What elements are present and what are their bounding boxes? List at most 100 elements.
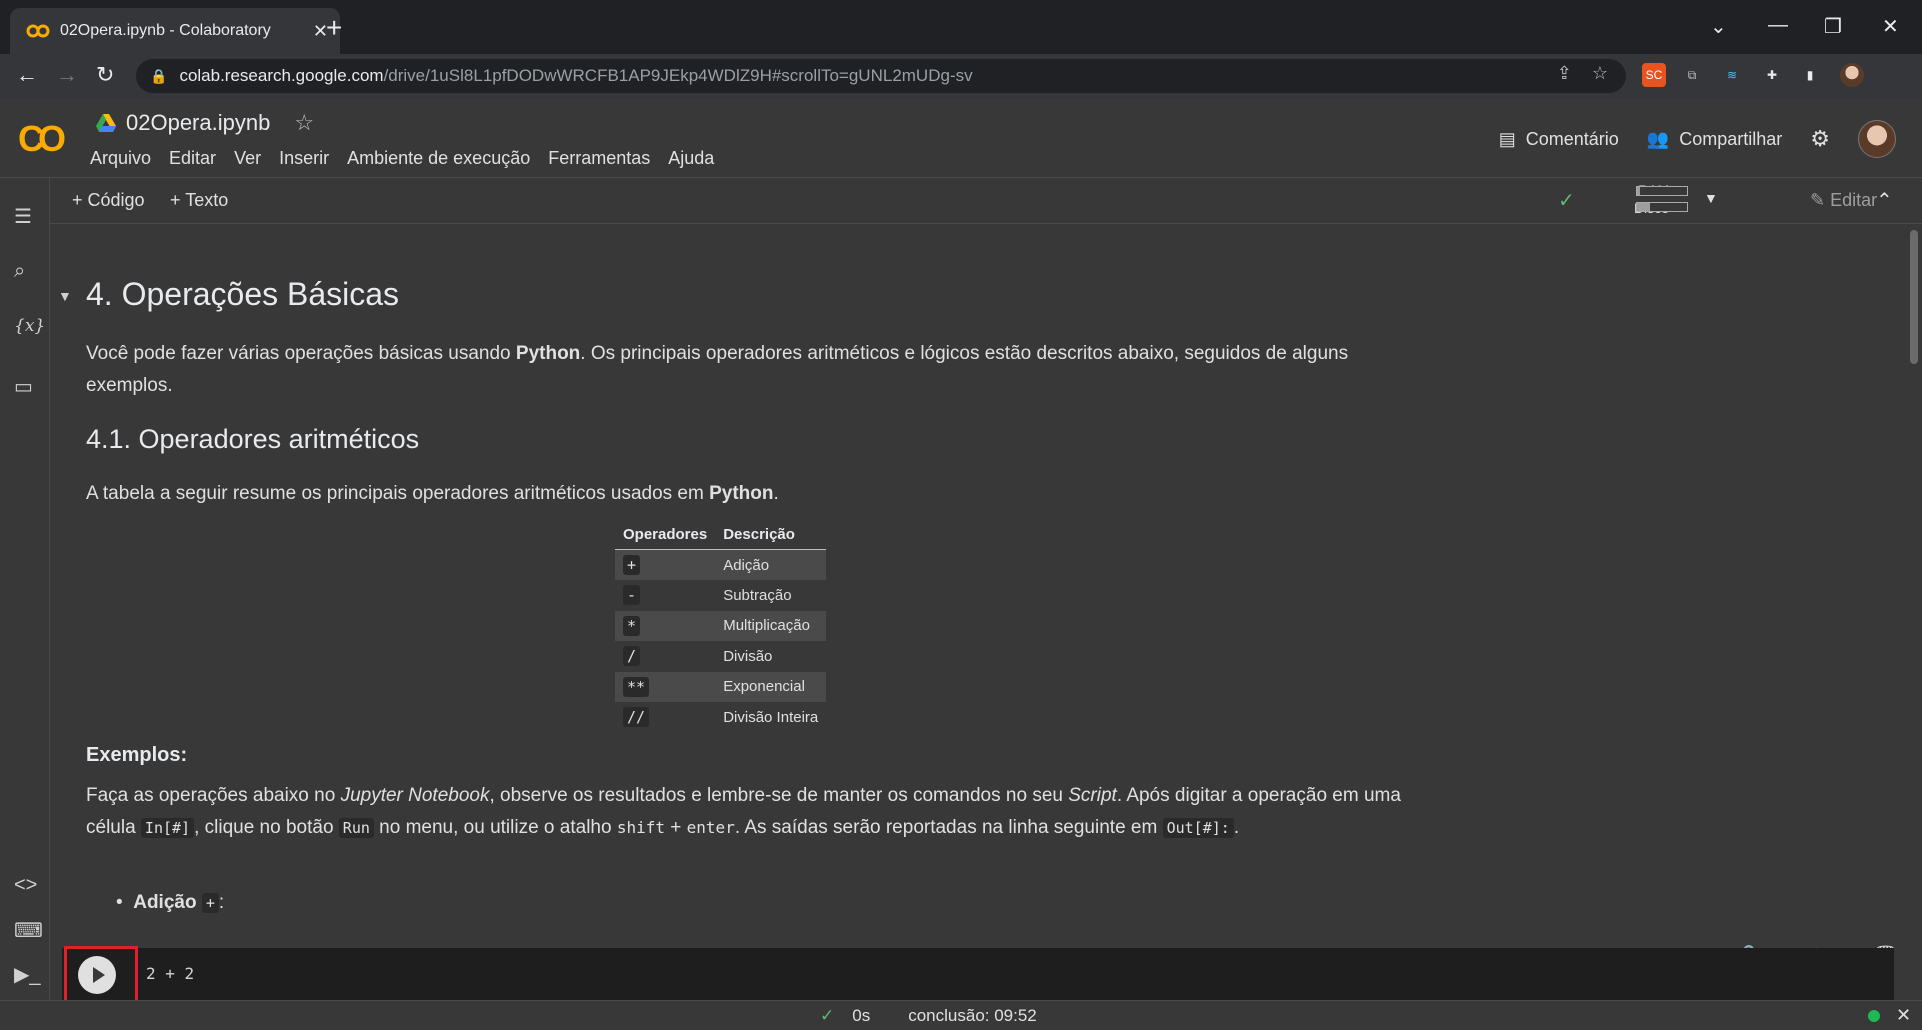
profile-avatar[interactable] bbox=[1840, 63, 1864, 87]
operators-table: Operadores Descrição + Adição - Subtração … bbox=[615, 520, 827, 733]
table-row: //Divisão Inteira bbox=[615, 702, 826, 733]
restore-icon[interactable]: ❐ bbox=[1824, 14, 1842, 39]
edit-label: Editar bbox=[1830, 190, 1878, 210]
success-check-icon: ✓ bbox=[820, 1006, 835, 1025]
add-code-button[interactable]: + Código bbox=[72, 190, 145, 211]
address-bar[interactable]: 🔒 colab.research.google.com/drive/1uSl8L… bbox=[136, 59, 1626, 93]
reload-icon[interactable]: ↻ bbox=[96, 62, 114, 88]
table-of-contents-icon[interactable]: ☰ bbox=[14, 204, 32, 229]
colab-logo[interactable]: CO bbox=[18, 118, 66, 160]
bookmark-star-icon[interactable]: ☆ bbox=[1592, 63, 1608, 83]
table-header-operadores: Operadores bbox=[615, 520, 716, 550]
notebook-title: 02Opera.ipynb ☆ bbox=[96, 110, 314, 136]
extension-wave-icon[interactable]: ≋ bbox=[1720, 63, 1744, 87]
extensions-puzzle-icon[interactable]: ✚ bbox=[1760, 63, 1784, 87]
browser-tab[interactable]: 02Opera.ipynb - Colaboratory ✕ bbox=[10, 8, 340, 54]
intro-paragraph: Você pode fazer várias operações básicas… bbox=[86, 343, 1349, 396]
share-button[interactable]: 👥 Compartilhar bbox=[1647, 129, 1782, 150]
runtime-dropdown-icon[interactable]: ▼ bbox=[1704, 190, 1718, 206]
menu-inserir[interactable]: Inserir bbox=[279, 148, 329, 169]
disk-bar-fill bbox=[1637, 203, 1650, 211]
examples-paragraph: Faça as operações abaixo no Jupyter Note… bbox=[86, 785, 1401, 838]
back-icon[interactable]: ← bbox=[16, 62, 38, 88]
star-icon[interactable]: ☆ bbox=[294, 110, 314, 136]
section-heading: 4. Operações Básicas bbox=[86, 276, 400, 312]
menu-editar[interactable]: Editar bbox=[169, 148, 216, 169]
colab-favicon-icon bbox=[26, 24, 50, 38]
execution-time: 0s bbox=[852, 1006, 871, 1025]
google-drive-icon[interactable] bbox=[96, 114, 116, 132]
completion-time: conclusão: 09:52 bbox=[908, 1006, 1037, 1025]
ram-bar-fill bbox=[1637, 187, 1640, 195]
side-panel-icon[interactable]: ▮ bbox=[1798, 63, 1822, 87]
menu-arquivo[interactable]: Arquivo bbox=[90, 148, 151, 169]
run-button-highlight bbox=[64, 946, 138, 1006]
menu-ferramentas[interactable]: Ferramentas bbox=[548, 148, 650, 169]
extension-sc-icon[interactable]: SC bbox=[1642, 63, 1666, 87]
add-text-label: Texto bbox=[185, 190, 229, 210]
close-status-icon[interactable]: ✕ bbox=[1896, 1005, 1911, 1026]
window-close-icon[interactable]: ✕ bbox=[1882, 14, 1899, 39]
list-item: • Adição +: bbox=[116, 892, 225, 913]
cell-toolbar: + Código + Texto ✓ RAM Disco ▼ ✎ Editar … bbox=[50, 178, 1922, 224]
share-label: Compartilhar bbox=[1679, 128, 1783, 149]
comment-button[interactable]: ▤ Comentário bbox=[1499, 129, 1619, 150]
settings-icon[interactable]: ⚙ bbox=[1810, 126, 1830, 152]
code-snippets-icon[interactable]: <> bbox=[14, 874, 37, 897]
connected-check-icon: ✓ bbox=[1558, 190, 1575, 212]
table-row: ** Exponencial bbox=[615, 671, 827, 702]
comment-label: Comentário bbox=[1525, 128, 1619, 149]
comment-icon: ▤ bbox=[1498, 128, 1516, 149]
share-page-icon[interactable]: ⇪ bbox=[1557, 63, 1572, 83]
add-code-label: Código bbox=[87, 190, 145, 210]
browser-toolbar: ← → ↻ 🔒 colab.research.google.com/drive/… bbox=[0, 54, 1922, 98]
forward-icon[interactable]: → bbox=[56, 62, 78, 88]
tab-search-icon[interactable]: ⌄ bbox=[1710, 14, 1727, 39]
people-icon: 👥 bbox=[1646, 128, 1670, 149]
tab-title: 02Opera.ipynb - Colaboratory bbox=[60, 22, 271, 39]
command-palette-icon[interactable]: ⌨ bbox=[14, 918, 43, 943]
ram-bar bbox=[1636, 186, 1688, 196]
code-input[interactable]: 2 + 2 bbox=[146, 964, 194, 983]
table-row: * Multiplicação bbox=[615, 610, 827, 641]
edit-button[interactable]: ✎ Editar bbox=[1810, 190, 1877, 211]
terminal-icon[interactable]: ▶_ bbox=[14, 962, 41, 987]
lock-icon: 🔒 bbox=[150, 67, 168, 84]
menu-ver[interactable]: Ver bbox=[234, 148, 261, 169]
execution-status: ✓ 0s conclusão: 09:52 bbox=[820, 1006, 1037, 1026]
subsection-heading: 4.1. Operadores aritméticos bbox=[86, 424, 420, 454]
browser-titlebar: 02Opera.ipynb - Colaboratory ✕ + ⌄ — ❐ ✕ bbox=[0, 0, 1922, 54]
menu-ajuda[interactable]: Ajuda bbox=[668, 148, 714, 169]
table-row: - Subtração bbox=[615, 580, 826, 611]
section-collapse-icon[interactable]: ▼ bbox=[58, 288, 72, 304]
notebook-name[interactable]: 02Opera.ipynb bbox=[126, 110, 270, 136]
menu-bar: Arquivo Editar Ver Inserir Ambiente de e… bbox=[90, 148, 714, 169]
search-icon[interactable]: ⌕ bbox=[14, 260, 25, 283]
menu-ambiente[interactable]: Ambiente de execução bbox=[347, 148, 530, 169]
collapse-header-icon[interactable]: ⌃ bbox=[1876, 188, 1893, 213]
notebook-content: ▼ 4. Operações Básicas Você pode fazer v… bbox=[50, 224, 1906, 1000]
add-text-button[interactable]: + Texto bbox=[170, 190, 228, 211]
examples-heading: Exemplos: bbox=[86, 744, 188, 766]
user-avatar[interactable] bbox=[1858, 120, 1896, 158]
disk-bar bbox=[1636, 202, 1688, 212]
left-sidebar: ☰ ⌕ {x} ▭ <> ⌨ ▶_ bbox=[0, 178, 50, 1000]
extension-icon[interactable]: ⧉ bbox=[1680, 63, 1704, 87]
header-actions: ▤ Comentário 👥 Compartilhar ⚙ bbox=[1499, 120, 1896, 158]
files-folder-icon[interactable]: ▭ bbox=[14, 374, 33, 399]
table-row: + Adição bbox=[615, 549, 827, 580]
table-row: / Divisão bbox=[615, 641, 826, 672]
code-cell[interactable]: 2 + 2 bbox=[62, 948, 1894, 1000]
status-bar: ✓ 0s conclusão: 09:52 ✕ bbox=[0, 1000, 1922, 1030]
table-header-row: Operadores Descrição bbox=[615, 520, 827, 550]
runtime-status-dot bbox=[1868, 1010, 1880, 1022]
omnibox-actions: ⇪ ☆ bbox=[1557, 63, 1608, 84]
scrollbar-thumb[interactable] bbox=[1910, 230, 1918, 364]
scrollbar[interactable] bbox=[1906, 224, 1922, 1000]
new-tab-icon[interactable]: + bbox=[326, 14, 342, 42]
variables-icon[interactable]: {x} bbox=[14, 316, 45, 336]
minimize-icon[interactable]: — bbox=[1768, 14, 1788, 37]
url-text: colab.research.google.com/drive/1uSl8L1p… bbox=[179, 66, 973, 85]
table-intro: A tabela a seguir resume os principais o… bbox=[86, 483, 779, 504]
table-header-descricao: Descrição bbox=[715, 520, 827, 550]
